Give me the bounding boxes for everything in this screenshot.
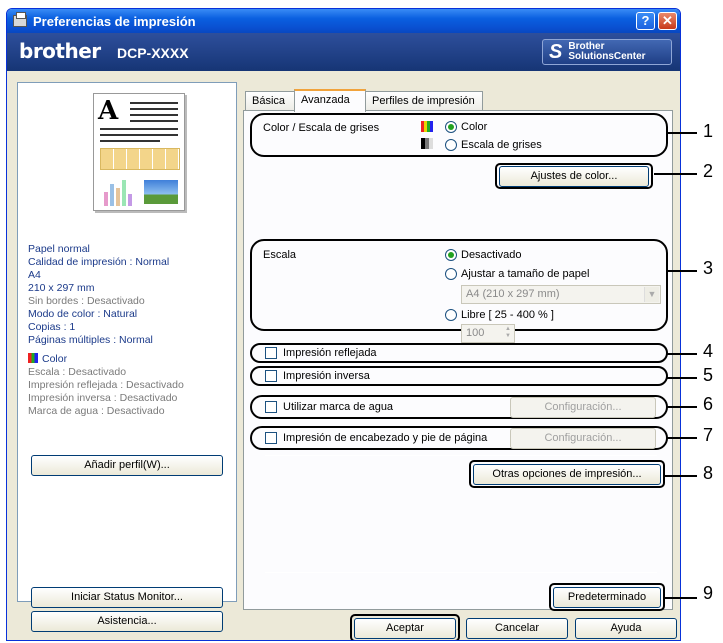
default-button[interactable]: Predeterminado <box>553 587 661 608</box>
watermark-config-button[interactable]: Configuración... <box>510 397 656 418</box>
printer-icon <box>13 12 27 27</box>
settings-summary-text: Papel normal Calidad de impresión : Norm… <box>28 243 184 418</box>
ok-button[interactable]: Aceptar <box>354 618 456 639</box>
preview-letter-icon: A <box>98 96 119 126</box>
page-preview: A <box>93 93 185 211</box>
color-group-outline <box>250 113 668 157</box>
summary-line: 210 x 297 mm <box>28 282 95 294</box>
other-print-options-button[interactable]: Otras opciones de impresión... <box>473 464 661 485</box>
callout-number: 3 <box>703 258 714 278</box>
callout-number: 7 <box>703 425 714 445</box>
color-group-label: Color / Escala de grises <box>263 122 380 134</box>
color-swatch-icon <box>421 121 433 132</box>
paper-size-value: A4 (210 x 297 mm) <box>466 288 560 300</box>
callout-line <box>664 475 697 477</box>
window-title: Preferencias de impresión <box>33 13 196 29</box>
scale-group-label: Escala <box>263 249 297 261</box>
watermark-label[interactable]: Utilizar marca de agua <box>283 401 393 413</box>
tab-perfiles[interactable]: Perfiles de impresión <box>365 91 483 111</box>
header-footer-checkbox[interactable] <box>265 432 277 444</box>
close-button[interactable]: ✕ <box>658 12 677 30</box>
reverse-label[interactable]: Impresión inversa <box>283 370 370 382</box>
brother-logo: brother <box>19 39 101 63</box>
callout-line <box>667 377 697 379</box>
scale-percent-value: 100 <box>466 327 485 339</box>
summary-line: A4 <box>28 269 41 281</box>
grayscale-swatch-icon <box>421 138 433 149</box>
settings-summary-panel: A Papel normal Calidad de impresión : No… <box>17 82 237 602</box>
header-footer-config-button[interactable]: Configuración... <box>510 428 656 449</box>
callout-number: 4 <box>703 341 714 361</box>
scale-percent-stepper[interactable]: 100 ▲ ▼ <box>461 324 515 343</box>
color-mode-icon <box>28 353 38 363</box>
grayscale-option-label[interactable]: Escala de grises <box>461 139 542 151</box>
model-name: DCP-XXXX <box>117 45 189 61</box>
mirror-label[interactable]: Impresión reflejada <box>283 347 377 359</box>
callout-line <box>667 132 697 134</box>
header-footer-label[interactable]: Impresión de encabezado y pie de página <box>283 432 487 444</box>
preview-chart-icon <box>102 178 136 206</box>
brand-bar: brother DCP-XXXX S Brother SolutionsCent… <box>7 33 680 71</box>
summary-line: Modo de color : Natural <box>28 308 138 320</box>
add-profile-button[interactable]: Añadir perfil(W)... <box>31 455 223 476</box>
scale-fit-radio[interactable] <box>445 268 457 280</box>
summary-line: Escala : Desactivado <box>28 366 127 378</box>
reverse-checkbox[interactable] <box>265 370 277 382</box>
callout-number: 2 <box>703 161 714 181</box>
callout-line <box>667 437 697 439</box>
scale-fit-label[interactable]: Ajustar a tamaño de papel <box>461 268 589 280</box>
preview-photo-icon <box>144 180 178 204</box>
summary-line: Impresión inversa : Desactivado <box>28 392 178 404</box>
callout-number: 6 <box>703 394 714 414</box>
callout-line <box>664 597 697 599</box>
scale-off-radio[interactable] <box>445 249 457 261</box>
status-monitor-button[interactable]: Iniciar Status Monitor... <box>31 587 223 608</box>
summary-line: Papel normal <box>28 243 90 255</box>
color-option-label[interactable]: Color <box>461 121 487 133</box>
callout-number: 9 <box>703 583 714 603</box>
scale-off-label[interactable]: Desactivado <box>461 249 522 261</box>
callout-number: 5 <box>703 365 714 385</box>
scale-free-label[interactable]: Libre [ 25 - 400 % ] <box>461 309 554 321</box>
help-button[interactable]: Ayuda <box>575 618 677 639</box>
summary-line: Marca de agua : Desactivado <box>28 405 165 417</box>
callout-line <box>667 406 697 408</box>
callout-number: 1 <box>703 121 714 141</box>
title-bar: Preferencias de impresión ? ✕ <box>7 9 680 33</box>
tab-avanzada[interactable]: Avanzada <box>294 89 366 112</box>
separator <box>265 455 657 456</box>
scale-free-radio[interactable] <box>445 309 457 321</box>
support-button[interactable]: Asistencia... <box>31 611 223 632</box>
callout-line <box>654 173 697 175</box>
solutions-logo-icon: S <box>549 40 563 63</box>
summary-line: Páginas múltiples : Normal <box>28 334 153 346</box>
solutions-line2: SolutionsCenter <box>568 51 646 62</box>
spin-arrows-icon[interactable]: ▲ ▼ <box>503 326 513 341</box>
paper-size-select[interactable]: A4 (210 x 297 mm) ▼ <box>461 285 661 304</box>
tab-basica[interactable]: Básica <box>245 91 295 111</box>
grayscale-radio[interactable] <box>445 139 457 151</box>
summary-line: Impresión reflejada : Desactivado <box>28 379 184 391</box>
cancel-button[interactable]: Cancelar <box>466 618 568 639</box>
preview-table-icon <box>100 148 180 170</box>
summary-color: Color <box>42 353 68 365</box>
summary-line: Calidad de impresión : Normal <box>28 256 170 268</box>
solutions-center-button[interactable]: S Brother SolutionsCenter <box>542 39 672 65</box>
callout-line <box>667 353 697 355</box>
separator <box>265 572 657 573</box>
help-title-button[interactable]: ? <box>636 12 655 30</box>
summary-line: Sin bordes : Desactivado <box>28 295 145 307</box>
color-radio[interactable] <box>445 121 457 133</box>
callout-number: 8 <box>703 463 714 483</box>
callout-line <box>667 270 697 272</box>
watermark-checkbox[interactable] <box>265 401 277 413</box>
summary-line: Copias : 1 <box>28 321 76 333</box>
chevron-down-icon: ▼ <box>644 287 659 302</box>
mirror-checkbox[interactable] <box>265 347 277 359</box>
print-preferences-window: Preferencias de impresión ? ✕ brother DC… <box>6 8 681 641</box>
color-settings-button[interactable]: Ajustes de color... <box>499 166 649 187</box>
